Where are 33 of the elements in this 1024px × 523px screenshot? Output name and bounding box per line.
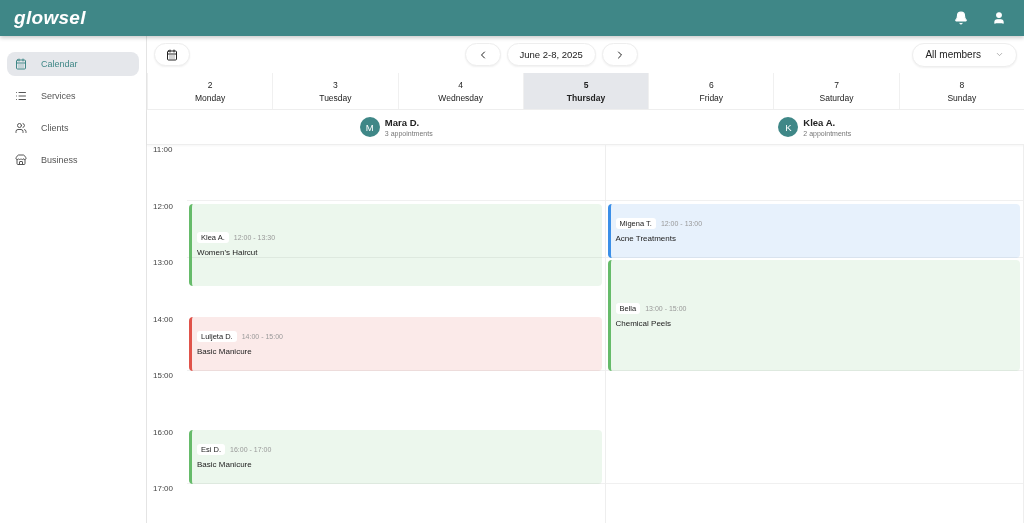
hour-label: 16:00 <box>153 427 174 437</box>
hour-label: 14:00 <box>153 314 174 324</box>
service-name: Acne Treatments <box>615 234 677 244</box>
sidebar-item[interactable]: Business <box>7 148 139 172</box>
hour-label: 15:00 <box>153 371 174 380</box>
caret-icon <box>995 50 1004 59</box>
service-name: Basic Manicure <box>197 460 253 470</box>
people-icon <box>15 122 27 134</box>
sidebar-item[interactable]: Clients <box>7 116 139 140</box>
notifications-icon[interactable] <box>954 11 968 25</box>
calendar-icon <box>15 58 27 70</box>
store-icon <box>15 154 27 166</box>
service-name: Chemical Peels <box>615 319 673 328</box>
member-name: Mara D. <box>384 117 421 128</box>
avatar: M <box>359 117 380 137</box>
list-icon <box>15 90 27 102</box>
service-name: Women's Haircut <box>197 248 259 258</box>
day-tab[interactable]: 5 Thursday <box>522 73 649 109</box>
avatar: K <box>778 117 799 137</box>
date-range-button[interactable]: June 2-8, 2025 <box>506 43 596 66</box>
member-name: Klea A. <box>803 117 837 128</box>
account-icon[interactable] <box>992 11 1006 25</box>
hour-label: 11:00 <box>153 145 173 154</box>
hour-label: 17:00 <box>153 484 174 493</box>
hour-label: 12:00 <box>153 201 174 211</box>
hour-label: 13:00 <box>153 258 174 267</box>
service-name: Basic Manicure <box>197 347 253 357</box>
sidebar-item[interactable]: Services <box>7 84 139 108</box>
app-logo: glowsel <box>14 7 87 29</box>
member-filter-dropdown[interactable]: All members <box>912 42 1017 67</box>
today-button[interactable] <box>154 43 190 66</box>
sidebar-item[interactable]: Calendar <box>7 52 139 76</box>
calendar-icon <box>166 48 178 61</box>
